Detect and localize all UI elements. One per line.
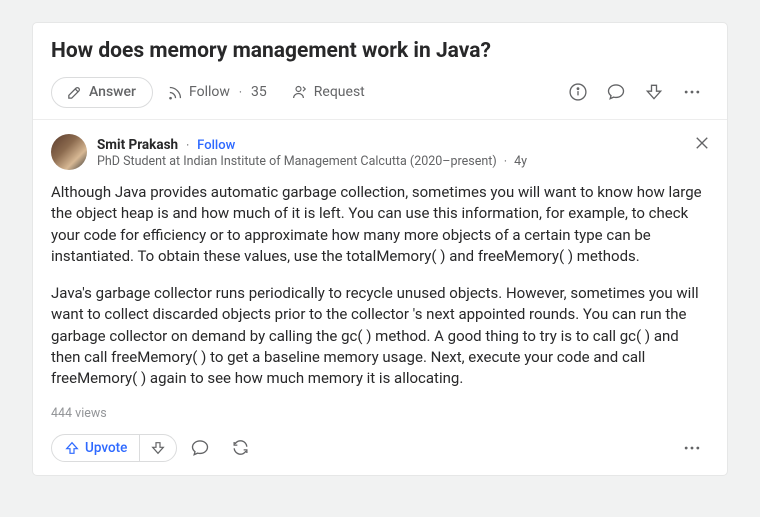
arrow-down-icon (150, 440, 166, 456)
vote-group: Upvote (51, 434, 177, 462)
close-button[interactable] (693, 134, 711, 152)
pencil-icon (66, 84, 83, 101)
comments-button[interactable] (599, 75, 633, 109)
answer-footer: Upvote (51, 431, 709, 465)
arrow-up-icon (64, 440, 80, 456)
question-actions: Answer Follow · 35 Request (51, 75, 709, 109)
upvote-label: Upvote (85, 440, 127, 456)
answer-body: Smit Prakash · Follow PhD Student at Ind… (33, 120, 727, 475)
author-row: Smit Prakash · Follow PhD Student at Ind… (51, 134, 709, 170)
answer-paragraph: Although Java provides automatic garbage… (51, 182, 709, 267)
answer-age[interactable]: 4y (514, 154, 527, 169)
dots-icon (682, 438, 702, 458)
answer-text: Although Java provides automatic garbage… (51, 182, 709, 390)
answer-label: Answer (89, 84, 136, 100)
qa-card: How does memory management work in Java?… (32, 22, 728, 476)
info-button[interactable] (561, 75, 595, 109)
arrow-down-icon (644, 82, 664, 102)
follow-author-link[interactable]: Follow (197, 138, 235, 153)
share-button[interactable] (223, 431, 257, 465)
avatar[interactable] (51, 134, 87, 170)
more-button[interactable] (675, 75, 709, 109)
comment-icon (190, 438, 210, 458)
author-name[interactable]: Smit Prakash (97, 137, 178, 153)
request-label: Request (314, 84, 365, 100)
view-count: 444 views (51, 406, 709, 421)
question-header: How does memory management work in Java?… (33, 23, 727, 120)
person-request-icon (291, 83, 309, 101)
rss-icon (167, 84, 184, 101)
answer-button[interactable]: Answer (51, 77, 153, 108)
author-credential: PhD Student at Indian Institute of Manag… (97, 154, 527, 169)
downvote-question-button[interactable] (637, 75, 671, 109)
dots-icon (682, 82, 702, 102)
answer-more-button[interactable] (675, 431, 709, 465)
upvote-button[interactable]: Upvote (52, 435, 140, 461)
refresh-icon (231, 438, 250, 457)
question-title[interactable]: How does memory management work in Java? (51, 39, 709, 63)
info-icon (568, 82, 588, 102)
answer-comments-button[interactable] (183, 431, 217, 465)
follow-label: Follow (189, 84, 230, 100)
author-meta: Smit Prakash · Follow PhD Student at Ind… (97, 134, 527, 170)
follow-count: 35 (251, 84, 267, 100)
downvote-button[interactable] (140, 435, 176, 461)
request-button[interactable]: Request (281, 78, 375, 106)
close-icon (693, 134, 711, 152)
answer-paragraph: Java's garbage collector runs periodical… (51, 283, 709, 389)
follow-button[interactable]: Follow · 35 (157, 79, 277, 106)
comment-icon (606, 82, 626, 102)
